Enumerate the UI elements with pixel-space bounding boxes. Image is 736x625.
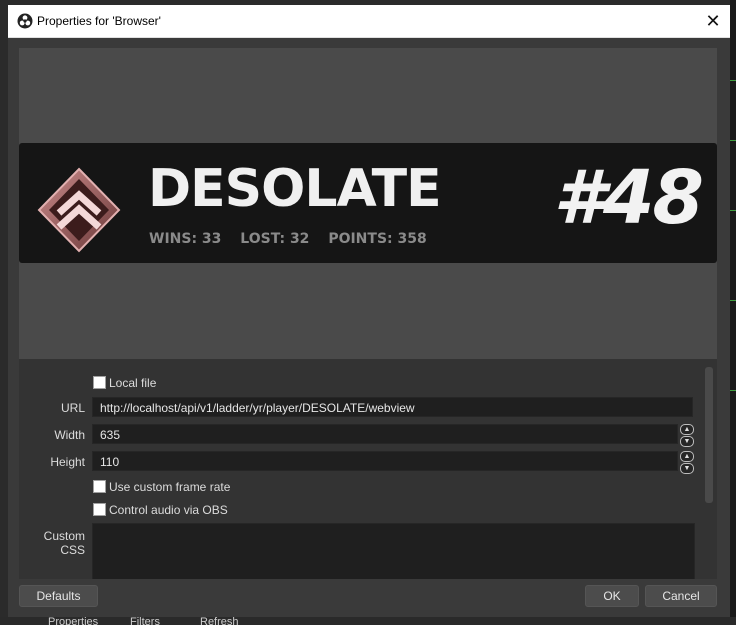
height-stepper[interactable]: ▲ ▼ [680,451,694,474]
chevron-up-icon[interactable]: ▲ [680,451,694,462]
control-audio-checkbox[interactable] [93,503,106,516]
background-app-toolbar: Properties Filters Refresh [0,617,736,625]
height-label: Height [50,455,85,469]
custom-frame-rate-checkbox[interactable] [93,480,106,493]
local-file-checkbox[interactable] [93,376,106,389]
defaults-button[interactable]: Defaults [19,585,98,607]
properties-scrollbar[interactable] [705,367,713,503]
background-filters-label: Filters [130,617,160,625]
background-app-edge [730,0,736,625]
properties-panel: Local file URL http://localhost/api/v1/l… [19,359,717,579]
title-bar: Properties for 'Browser' ✕ [8,5,730,38]
properties-dialog: DESOLATE WINS: 33 LOST: 32 POINTS: 358 #… [8,38,730,617]
local-file-label: Local file [109,376,157,390]
close-button[interactable]: ✕ [696,5,730,37]
stat-lost: LOST: 32 [240,231,310,247]
background-properties-label: Properties [48,617,99,625]
width-input[interactable]: 635 [92,424,678,444]
width-stepper[interactable]: ▲ ▼ [680,424,694,447]
chevron-down-icon[interactable]: ▼ [680,436,694,447]
source-preview: DESOLATE WINS: 33 LOST: 32 POINTS: 358 #… [19,48,717,359]
custom-frame-rate-label: Use custom frame rate [109,480,231,494]
stat-points: POINTS: 358 [328,231,427,247]
rank-number: #48 [553,155,704,241]
player-banner: DESOLATE WINS: 33 LOST: 32 POINTS: 358 #… [19,143,717,263]
custom-css-label: Custom CSS [43,529,85,557]
custom-css-input[interactable] [92,523,695,579]
obs-icon [17,13,33,29]
url-input[interactable]: http://localhost/api/v1/ladder/yr/player… [92,397,693,417]
height-input[interactable]: 110 [92,451,678,471]
player-name: DESOLATE [148,159,442,219]
ok-button[interactable]: OK [585,585,639,607]
chevron-down-icon[interactable]: ▼ [680,463,694,474]
rank-chevron-emblem-icon [37,167,121,253]
stat-wins: WINS: 33 [149,231,222,247]
url-label: URL [60,401,85,415]
close-icon: ✕ [705,11,721,31]
width-label: Width [54,428,85,442]
cancel-button[interactable]: Cancel [645,585,717,607]
control-audio-label: Control audio via OBS [109,503,228,517]
player-stats: WINS: 33 LOST: 32 POINTS: 358 [149,231,441,247]
window-title: Properties for 'Browser' [37,14,161,28]
background-refresh-label: Refresh [200,617,239,625]
chevron-up-icon[interactable]: ▲ [680,424,694,435]
